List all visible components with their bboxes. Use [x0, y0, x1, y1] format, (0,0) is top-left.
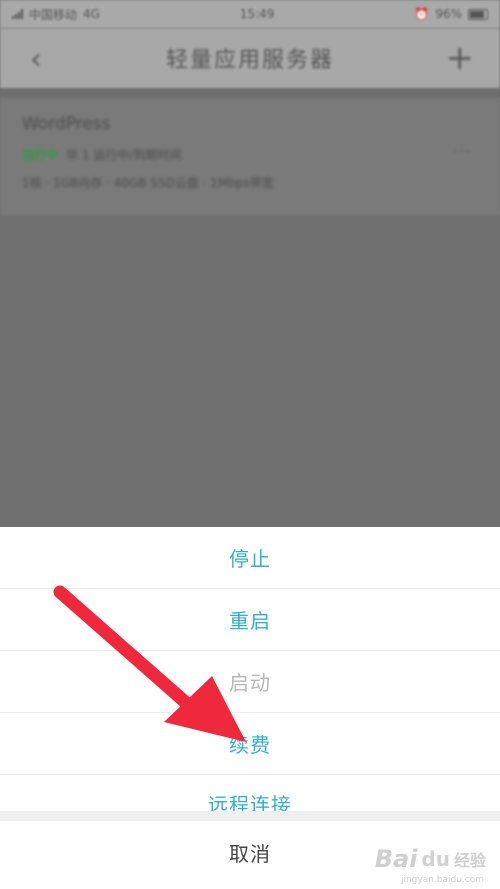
- more-icon[interactable]: ···: [453, 144, 472, 160]
- server-info: 华 1 运行中/到期时间: [66, 148, 182, 162]
- signal-icon: [12, 9, 23, 19]
- server-status-row: 运行中 华 1 运行中/到期时间: [22, 146, 181, 163]
- dim-overlay[interactable]: [0, 216, 500, 527]
- watermark-text: 经验: [453, 851, 486, 870]
- clock: 15:49: [239, 7, 275, 21]
- carrier-label: 中国移动: [29, 7, 78, 22]
- paw-icon: du: [421, 847, 450, 871]
- status-left: 中国移动 4G: [12, 6, 100, 23]
- status-bar: 中国移动 4G 15:49 ⏰ 96%: [0, 0, 500, 28]
- page-title: 轻量应用服务器: [165, 48, 334, 73]
- restart-button[interactable]: 重启: [0, 589, 500, 651]
- watermark-brand: Bai: [374, 845, 418, 873]
- action-sheet: 停止 重启 启动 续费 远程连接 取消: [0, 527, 500, 889]
- baidu-watermark: Bai du 经验: [375, 845, 486, 873]
- watermark-url: jingyan.baidu.com: [400, 875, 484, 885]
- status-badge: 运行中: [22, 148, 59, 162]
- plus-icon[interactable]: +: [446, 38, 475, 78]
- server-card[interactable]: WordPress 运行中 华 1 运行中/到期时间 ··· 1核 · 1GB内…: [0, 98, 500, 216]
- server-name: WordPress: [22, 114, 111, 134]
- alarm-icon: ⏰: [414, 7, 430, 21]
- status-right: ⏰ 96%: [414, 7, 488, 21]
- server-spec: 1核 · 1GB内存 · 40GB SSD云盘 · 1Mbps带宽: [22, 176, 274, 190]
- network-label: 4G: [83, 7, 100, 21]
- start-button: 启动: [0, 651, 500, 713]
- battery-icon: [467, 8, 488, 20]
- chevron-left-icon[interactable]: ‹: [30, 42, 42, 77]
- battery-label: 96%: [435, 7, 462, 21]
- renew-button[interactable]: 续费: [0, 713, 500, 775]
- nav-bar: ‹ 轻量应用服务器 +: [0, 28, 500, 88]
- stop-button[interactable]: 停止: [0, 527, 500, 589]
- sheet-divider: [0, 811, 500, 821]
- remote-connect-button[interactable]: 远程连接: [0, 775, 500, 811]
